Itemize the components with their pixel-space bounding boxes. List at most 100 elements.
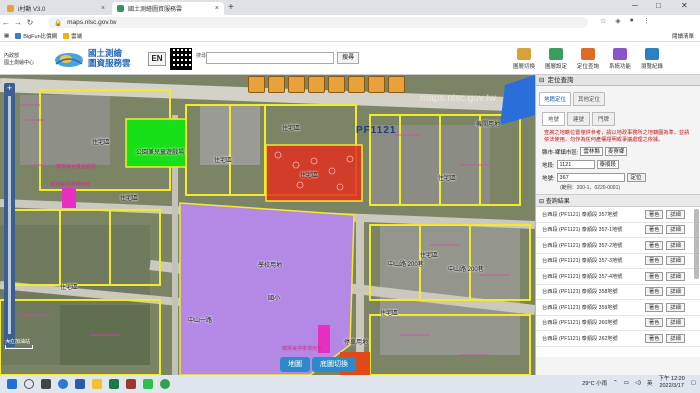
star-icon[interactable]: ☆	[600, 17, 606, 25]
color-button[interactable]: 著色	[645, 318, 664, 328]
detail-button[interactable]: 詳細	[666, 302, 685, 312]
excel-icon[interactable]	[109, 379, 119, 389]
result-text[interactable]: 台西段 (PF1121) 泰順段 359地號	[542, 304, 642, 311]
zoom-in-icon[interactable]: +	[4, 83, 15, 94]
draw-icon[interactable]	[308, 76, 325, 93]
clear-icon[interactable]	[368, 76, 385, 93]
detail-button[interactable]: 詳細	[666, 287, 685, 297]
line-icon[interactable]	[143, 379, 153, 389]
basemap-switch-button[interactable]: 底圖切換	[312, 357, 356, 372]
color-button[interactable]: 著色	[645, 333, 664, 343]
search-button[interactable]: 搜尋	[337, 52, 359, 64]
detail-button[interactable]: 詳細	[666, 256, 685, 266]
profile-icon[interactable]: ●	[630, 17, 634, 25]
section-select[interactable]: 泰順段	[596, 160, 620, 169]
back-icon[interactable]: ←	[0, 18, 12, 27]
map-mode-button[interactable]: 地圖	[280, 357, 310, 372]
subtab-address[interactable]: 門牌	[592, 112, 616, 126]
result-text[interactable]: 台西段 (PF1121) 泰順段 360地號	[542, 319, 642, 326]
browser-tab-1[interactable]: i村動 V3.0 ×	[2, 2, 110, 15]
locate-query-button[interactable]: 定位查詢	[574, 48, 602, 70]
result-text[interactable]: 台西段 (PF1121) 泰順段 357-1地號	[542, 226, 642, 233]
zoom-slider[interactable]	[8, 96, 11, 334]
edge-icon[interactable]	[58, 379, 68, 389]
url-field[interactable]: 🔒 maps.nlsc.gov.tw	[48, 17, 588, 28]
forward-icon[interactable]: →	[12, 18, 24, 27]
county-select[interactable]: 雲林縣	[580, 147, 603, 156]
tab-cadastral-locate[interactable]: 地籍定位	[539, 92, 572, 106]
result-text[interactable]: 台西段 (PF1121) 泰順段 357-2地號	[542, 242, 642, 249]
measure-area-icon[interactable]	[268, 76, 285, 93]
search-input[interactable]	[206, 52, 334, 64]
result-text[interactable]: 台西段 (PF1121) 泰順段 357-3地號	[542, 257, 642, 264]
layer-switch-button[interactable]: 圖層切換	[510, 48, 538, 70]
color-button[interactable]: 著色	[645, 287, 664, 297]
color-button[interactable]: 著色	[645, 225, 664, 235]
result-text[interactable]: 台西段 (PF1121) 泰順段 357地號	[542, 211, 642, 218]
color-button[interactable]: 著色	[645, 240, 664, 250]
browser-tab-2[interactable]: 國土測繪圖資服務雲 ×	[112, 2, 224, 15]
detail-button[interactable]: 詳細	[666, 333, 685, 343]
detail-button[interactable]: 詳細	[666, 209, 685, 219]
results-scrollbar[interactable]	[694, 209, 699, 279]
section-code-field[interactable]: 1121	[556, 160, 595, 169]
close-window-icon[interactable]: ✕	[681, 1, 688, 10]
reload-icon[interactable]: ↻	[24, 18, 36, 27]
menu-icon[interactable]: ⋮	[643, 17, 650, 25]
pan-icon[interactable]	[288, 76, 305, 93]
minimize-icon[interactable]: ─	[632, 1, 638, 10]
color-button[interactable]: 著色	[645, 209, 664, 219]
task-view-icon[interactable]	[41, 379, 51, 389]
point-icon[interactable]	[328, 76, 345, 93]
locate-button[interactable]: 定位	[626, 173, 646, 182]
reading-list[interactable]: 閱讀清單	[672, 32, 694, 40]
line-icon[interactable]	[348, 76, 365, 93]
tab-other-locate[interactable]: 其他定位	[573, 92, 606, 106]
landno-input[interactable]: 367	[556, 173, 625, 182]
notification-icon[interactable]: ▢	[691, 380, 696, 386]
result-text[interactable]: 台西段 (PF1121) 泰順段 357-4地號	[542, 273, 642, 280]
town-select[interactable]: 麥寮鄉	[604, 147, 628, 156]
close-icon[interactable]: ×	[101, 5, 105, 12]
bookmark-item[interactable]: 雲端	[63, 32, 82, 40]
windows-start-icon[interactable]	[7, 379, 17, 389]
map-canvas[interactable]: maps.nlsc.gov.tw PF1121 住宅區 住宅區 住宅區 住宅區 …	[0, 75, 535, 375]
site-title[interactable]: 國土測繪 圖資服務雲	[88, 48, 131, 68]
subtab-landno[interactable]: 地號	[542, 112, 566, 126]
history-button[interactable]: 瀏覽紀錄	[638, 48, 666, 70]
bookmark-item[interactable]: BigFun比價網	[15, 32, 57, 40]
subtab-buildno[interactable]: 建號	[567, 112, 591, 126]
maximize-icon[interactable]: □	[656, 1, 661, 10]
color-button[interactable]: 著色	[645, 256, 664, 266]
collapse-icon[interactable]: ⊟	[539, 75, 544, 86]
search-icon[interactable]	[24, 379, 34, 389]
english-button[interactable]: EN	[148, 52, 166, 66]
ime-indicator[interactable]: 英	[647, 379, 653, 387]
system-functions-button[interactable]: 系統功能	[606, 48, 634, 70]
layer-settings-button[interactable]: 圖層設定	[542, 48, 570, 70]
measure-distance-icon[interactable]	[248, 76, 265, 93]
color-button[interactable]: 著色	[645, 302, 664, 312]
tray-chevron-icon[interactable]: ⌃	[613, 380, 618, 386]
color-button[interactable]: 著色	[645, 271, 664, 281]
chrome-icon[interactable]	[160, 379, 170, 389]
close-icon[interactable]: ×	[215, 5, 219, 12]
volume-icon[interactable]: ◁)	[635, 380, 641, 386]
file-explorer-icon[interactable]	[92, 379, 102, 389]
detail-button[interactable]: 詳細	[666, 271, 685, 281]
print-icon[interactable]	[388, 76, 405, 93]
word-icon[interactable]	[75, 379, 85, 389]
detail-button[interactable]: 詳細	[666, 240, 685, 250]
app-icon[interactable]	[126, 379, 136, 389]
detail-button[interactable]: 詳細	[666, 225, 685, 235]
collapse-icon[interactable]: ⊟	[539, 199, 544, 205]
result-text[interactable]: 台西段 (PF1121) 泰順段 358地號	[542, 288, 642, 295]
result-text[interactable]: 台西段 (PF1121) 泰順段 362地號	[542, 335, 642, 342]
new-tab-icon[interactable]: +	[228, 2, 234, 13]
weather-widget[interactable]: 29°C 小雨	[582, 379, 607, 387]
network-icon[interactable]: ▭	[624, 380, 629, 386]
apps-icon[interactable]: ▦	[4, 33, 9, 39]
extension-icon[interactable]: ◈	[615, 17, 620, 25]
detail-button[interactable]: 詳細	[666, 318, 685, 328]
clock[interactable]: 下午 12:20 2022/3/17	[659, 376, 685, 390]
